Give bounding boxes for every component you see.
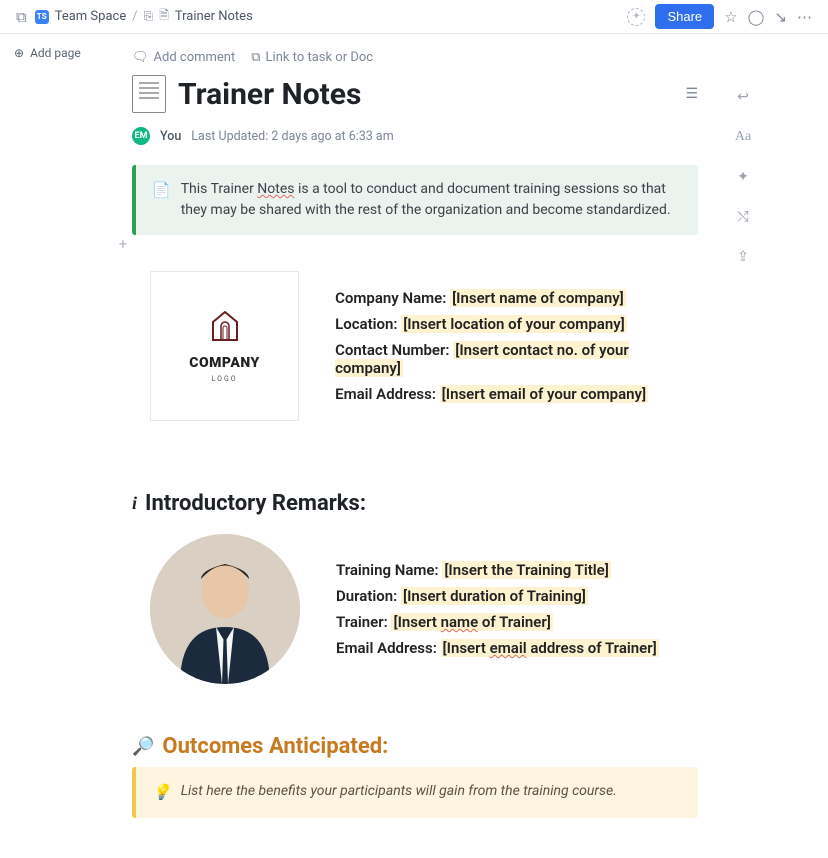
author-avatar[interactable]: EM xyxy=(132,127,150,145)
company-location-label: Location: xyxy=(335,315,401,333)
intro-callout[interactable]: 📄 This Trainer Notes is a tool to conduc… xyxy=(132,165,698,235)
add-page-button[interactable]: Add page xyxy=(14,46,124,60)
training-duration-field: Duration: [Insert duration of Training] xyxy=(336,587,659,605)
company-block: COMPANY LOGO Company Name: [Insert name … xyxy=(150,271,698,421)
workspace-icon: TS xyxy=(35,10,49,24)
company-name-value: [Insert name of company] xyxy=(450,289,626,307)
collapse-icon[interactable]: ↩ xyxy=(737,89,749,105)
trainer-name-label: Trainer: xyxy=(336,613,391,631)
last-updated: Last Updated: 2 days ago at 6:33 am xyxy=(191,129,393,144)
share-button[interactable]: Share xyxy=(655,4,714,29)
doc-actions: 🗨 Add comment ⧉ Link to task or Doc xyxy=(132,50,698,65)
sidebar-toggle-icon[interactable]: ⧉ xyxy=(16,8,27,26)
add-comment-action[interactable]: 🗨 Add comment xyxy=(132,50,235,65)
intro-callout-text: This Trainer Notes is a tool to conduct … xyxy=(181,179,682,221)
comments-icon[interactable]: ◯ xyxy=(748,8,765,26)
page-emoji-icon[interactable] xyxy=(132,75,166,113)
shuffle-icon[interactable]: ⤭ xyxy=(737,209,748,225)
breadcrumb-doc[interactable]: Trainer Notes xyxy=(175,9,253,24)
training-fields[interactable]: Training Name: [Insert the Training Titl… xyxy=(336,561,659,657)
magnifier-icon: 🔎 xyxy=(132,736,154,757)
company-location-field: Location: [Insert location of your compa… xyxy=(335,315,698,333)
company-email-field: Email Address: [Insert email of your com… xyxy=(335,385,698,403)
document-body: 🗨 Add comment ⧉ Link to task or Doc Trai… xyxy=(132,34,722,858)
training-name-label: Training Name: xyxy=(336,561,442,579)
trainer-email-label: Email Address: xyxy=(336,639,441,657)
ai-icon[interactable]: ✦ xyxy=(737,169,749,185)
link-task-label: Link to task or Doc xyxy=(266,50,374,65)
outcomes-callout[interactable]: 💡 List here the benefits your participan… xyxy=(132,767,698,818)
page-layout: Add page 🗨 Add comment ⧉ Link to task or… xyxy=(0,34,828,858)
page-title[interactable]: Trainer Notes xyxy=(178,77,361,112)
outcomes-heading[interactable]: 🔎 Outcomes Anticipated: xyxy=(132,734,698,759)
company-name-label: Company Name: xyxy=(335,289,450,307)
outcomes-callout-text: List here the benefits your participants… xyxy=(181,781,617,804)
breadcrumb-separator: / xyxy=(132,9,137,24)
page-icon: 📄 xyxy=(152,179,171,221)
intro-remarks-text: Introductory Remarks: xyxy=(145,491,366,516)
logo-subtext: LOGO xyxy=(212,375,238,383)
add-block-button[interactable]: + xyxy=(114,235,132,253)
training-duration-label: Duration: xyxy=(336,587,401,605)
breadcrumb-space[interactable]: Team Space xyxy=(55,9,127,24)
download-icon[interactable]: ↘ xyxy=(774,8,787,26)
outline-icon[interactable]: ☰ xyxy=(685,86,698,102)
author-name: You xyxy=(160,129,181,144)
training-duration-value: [Insert duration of Training] xyxy=(401,587,588,605)
export-icon[interactable]: ⇪ xyxy=(737,249,749,265)
training-name-value: [Insert the Training Title] xyxy=(442,561,611,579)
add-comment-label: Add comment xyxy=(154,50,236,65)
training-name-field: Training Name: [Insert the Training Titl… xyxy=(336,561,659,579)
company-location-value: [Insert location of your company] xyxy=(401,315,627,333)
logo-mark-icon xyxy=(210,310,240,351)
company-email-value: [Insert email of your company] xyxy=(440,385,648,403)
trainer-name-value: [Insert name of Trainer] xyxy=(391,613,552,631)
trainer-name-field: Trainer: [Insert name of Trainer] xyxy=(336,613,659,631)
meta-row: EM You Last Updated: 2 days ago at 6:33 … xyxy=(132,127,698,145)
info-icon: i xyxy=(132,493,137,514)
more-icon[interactable]: ⋯ xyxy=(797,8,812,26)
outcomes-heading-text: Outcomes Anticipated: xyxy=(162,734,388,759)
typography-icon[interactable]: Aa xyxy=(735,129,751,145)
activity-icon[interactable]: ✦ xyxy=(627,8,645,26)
bulb-icon: 💡 xyxy=(152,781,171,804)
link-task-action[interactable]: ⧉ Link to task or Doc xyxy=(251,50,373,65)
trainer-email-value: [Insert email address of Trainer] xyxy=(441,639,659,657)
topbar: ⧉ TS Team Space / ⎘ 🗎 Trainer Notes ✦ Sh… xyxy=(0,0,828,34)
logo-word: COMPANY xyxy=(189,355,260,371)
callout-text-a: This Trainer xyxy=(181,181,258,197)
comment-icon: 🗨 xyxy=(132,50,149,65)
breadcrumb: TS Team Space / ⎘ 🗎 Trainer Notes xyxy=(35,6,253,27)
trainer-photo[interactable] xyxy=(150,534,300,684)
doc-icon: 🗎 xyxy=(159,6,169,27)
company-contact-field: Contact Number: [Insert contact no. of y… xyxy=(335,341,698,377)
intro-remarks-heading[interactable]: i Introductory Remarks: xyxy=(132,491,698,516)
copy-icon[interactable]: ⎘ xyxy=(144,9,154,24)
title-row: Trainer Notes ☰ xyxy=(132,75,698,113)
company-contact-label: Contact Number: xyxy=(335,341,453,359)
trainer-email-field: Email Address: [Insert email address of … xyxy=(336,639,659,657)
favorite-star-icon[interactable]: ☆ xyxy=(724,8,737,26)
company-fields[interactable]: Company Name: [Insert name of company] L… xyxy=(335,289,698,403)
tag-icon: ⧉ xyxy=(251,50,260,65)
company-name-field: Company Name: [Insert name of company] xyxy=(335,289,698,307)
add-page-label: Add page xyxy=(30,46,81,60)
callout-notes-link: Notes xyxy=(257,181,294,197)
right-rail: ↩ Aa ✦ ⤭ ⇪ xyxy=(722,34,764,858)
company-logo[interactable]: COMPANY LOGO xyxy=(150,271,299,421)
left-gutter: Add page xyxy=(0,34,132,858)
trainer-block: Training Name: [Insert the Training Titl… xyxy=(150,534,698,684)
company-email-label: Email Address: xyxy=(335,385,440,403)
